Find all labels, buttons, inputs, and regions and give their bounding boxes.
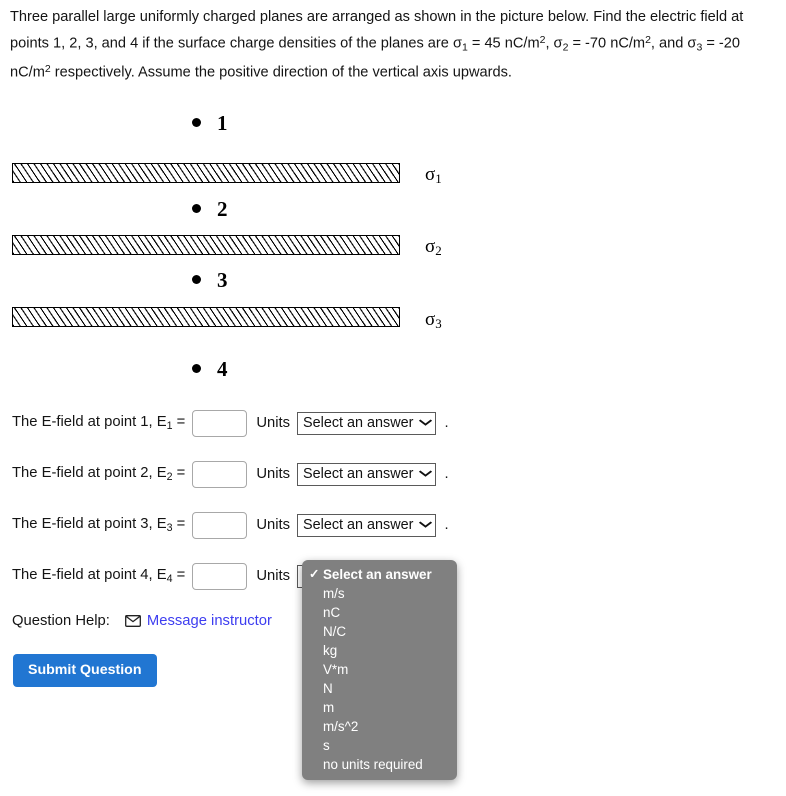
dropdown-option-v-m[interactable]: V*m	[302, 660, 457, 679]
point-marker-dot	[192, 118, 201, 127]
point-label: 1	[217, 111, 228, 135]
dropdown-option-m-s-2[interactable]: m/s^2	[302, 717, 457, 736]
submit-question-button[interactable]: Submit Question	[13, 654, 157, 687]
dropdown-option-label: V*m	[323, 662, 349, 677]
plane-3-sigma-label: σ3	[425, 309, 442, 332]
question-help: Question Help: Message instructor	[12, 613, 272, 629]
chevron-down-icon	[419, 520, 433, 531]
unit-select-3-value: Select an answer	[303, 517, 414, 533]
answer-row-2-label: The E-field at point 2, E2 =	[12, 465, 185, 483]
answer-row-4-equals: =	[172, 567, 186, 584]
charged-planes-diagram: 1 σ1 2 σ2 3 σ3 4	[0, 100, 500, 390]
answer-row-1: The E-field at point 1, E1 = Units Selec…	[12, 408, 449, 438]
answer-row-1-equals: =	[172, 414, 186, 431]
dropdown-option-kg[interactable]: kg	[302, 641, 457, 660]
charged-plane-3	[12, 307, 400, 327]
field-point-1: 1	[192, 111, 228, 136]
point-marker-dot	[192, 275, 201, 284]
unit-select-2-value: Select an answer	[303, 466, 414, 482]
sigma-index: 1	[435, 171, 442, 187]
point-label: 4	[217, 357, 228, 381]
point-marker-dot	[192, 364, 201, 373]
dropdown-option-label: m/s^2	[323, 719, 359, 734]
dropdown-option-label: s	[323, 738, 330, 753]
statement-text-4: = -70 nC/m	[568, 34, 646, 51]
units-label-2: Units	[256, 466, 291, 482]
answer-row-2-equals: =	[172, 465, 186, 482]
answer-row-3-prefix: The E-field at point 3, E	[12, 516, 167, 533]
question-help-label: Question Help:	[12, 613, 110, 629]
chevron-down-icon	[419, 418, 433, 429]
plane-1-sigma-label: σ1	[425, 164, 442, 187]
point-label: 2	[217, 197, 228, 221]
chevron-down-icon	[419, 469, 433, 480]
answer-row-3-label: The E-field at point 3, E3 =	[12, 516, 185, 534]
dropdown-option-m[interactable]: m	[302, 698, 457, 717]
dropdown-option-label: Select an answer	[323, 567, 432, 582]
dropdown-option-label: nC	[323, 605, 341, 620]
dropdown-option-s[interactable]: s	[302, 736, 457, 755]
dropdown-option-label: m	[323, 700, 335, 715]
answer-row-2-prefix: The E-field at point 2, E	[12, 465, 167, 482]
charged-plane-2	[12, 235, 400, 255]
sigma-index: 3	[435, 316, 442, 332]
unit-select-1-value: Select an answer	[303, 415, 414, 431]
dropdown-option-nc[interactable]: nC	[302, 603, 457, 622]
sigma-symbol: σ	[425, 164, 436, 185]
envelope-icon	[124, 615, 141, 627]
statement-text-3: , σ	[545, 34, 563, 51]
statement-text-5: , and σ	[650, 34, 697, 51]
dropdown-option-select-an-answer[interactable]: ✓ Select an answer	[302, 565, 457, 584]
unit-select-1[interactable]: Select an answer	[297, 411, 437, 435]
point-label: 3	[217, 268, 228, 292]
sigma-symbol: σ	[425, 309, 436, 330]
dropdown-option-label: kg	[323, 643, 338, 658]
unit-dropdown-menu[interactable]: ✓ Select an answer m/s nC N/C kg V*m N m…	[302, 560, 457, 780]
field-point-4: 4	[192, 357, 228, 382]
answer-row-4-label: The E-field at point 4, E4 =	[12, 567, 185, 585]
units-label-4: Units	[256, 568, 291, 584]
message-instructor-link[interactable]: Message instructor	[147, 613, 272, 629]
charged-plane-1	[12, 163, 400, 183]
answer-row-3: The E-field at point 3, E3 = Units Selec…	[12, 510, 449, 540]
answer-row-3-equals: =	[172, 516, 186, 533]
dropdown-option-m-s[interactable]: m/s	[302, 584, 457, 603]
problem-statement: Three parallel large uniformly charged p…	[10, 6, 778, 84]
unit-select-3[interactable]: Select an answer	[297, 513, 437, 537]
e-field-2-input[interactable]	[192, 460, 248, 488]
sigma-symbol: σ	[425, 236, 436, 257]
e-field-3-input[interactable]	[192, 511, 248, 539]
unit-select-2[interactable]: Select an answer	[297, 462, 437, 486]
statement-text-7: respectively. Assume the positive direct…	[50, 64, 512, 81]
dropdown-option-n-c[interactable]: N/C	[302, 622, 457, 641]
e-field-4-input[interactable]	[192, 562, 248, 590]
sentence-period-3: .	[444, 517, 449, 533]
units-label-3: Units	[256, 517, 291, 533]
units-label-1: Units	[256, 415, 291, 431]
sigma-index: 2	[435, 243, 442, 259]
answer-row-2: The E-field at point 2, E2 = Units Selec…	[12, 459, 449, 489]
dropdown-option-label: m/s	[323, 586, 345, 601]
answer-row-4-prefix: The E-field at point 4, E	[12, 567, 167, 584]
dropdown-option-label: N	[323, 681, 333, 696]
point-marker-dot	[192, 204, 201, 213]
checkmark-icon: ✓	[309, 567, 320, 581]
field-point-3: 3	[192, 268, 228, 293]
dropdown-option-label: no units required	[323, 757, 423, 772]
e-field-1-input[interactable]	[192, 409, 248, 437]
answer-row-1-prefix: The E-field at point 1, E	[12, 414, 167, 431]
dropdown-option-n[interactable]: N	[302, 679, 457, 698]
field-point-2: 2	[192, 197, 228, 222]
answer-row-1-label: The E-field at point 1, E1 =	[12, 414, 185, 432]
dropdown-option-label: N/C	[323, 624, 347, 639]
plane-2-sigma-label: σ2	[425, 236, 442, 259]
statement-text-2: = 45 nC/m	[467, 34, 540, 51]
sentence-period-1: .	[444, 415, 449, 431]
dropdown-option-no-units-required[interactable]: no units required	[302, 755, 457, 774]
sentence-period-2: .	[444, 466, 449, 482]
